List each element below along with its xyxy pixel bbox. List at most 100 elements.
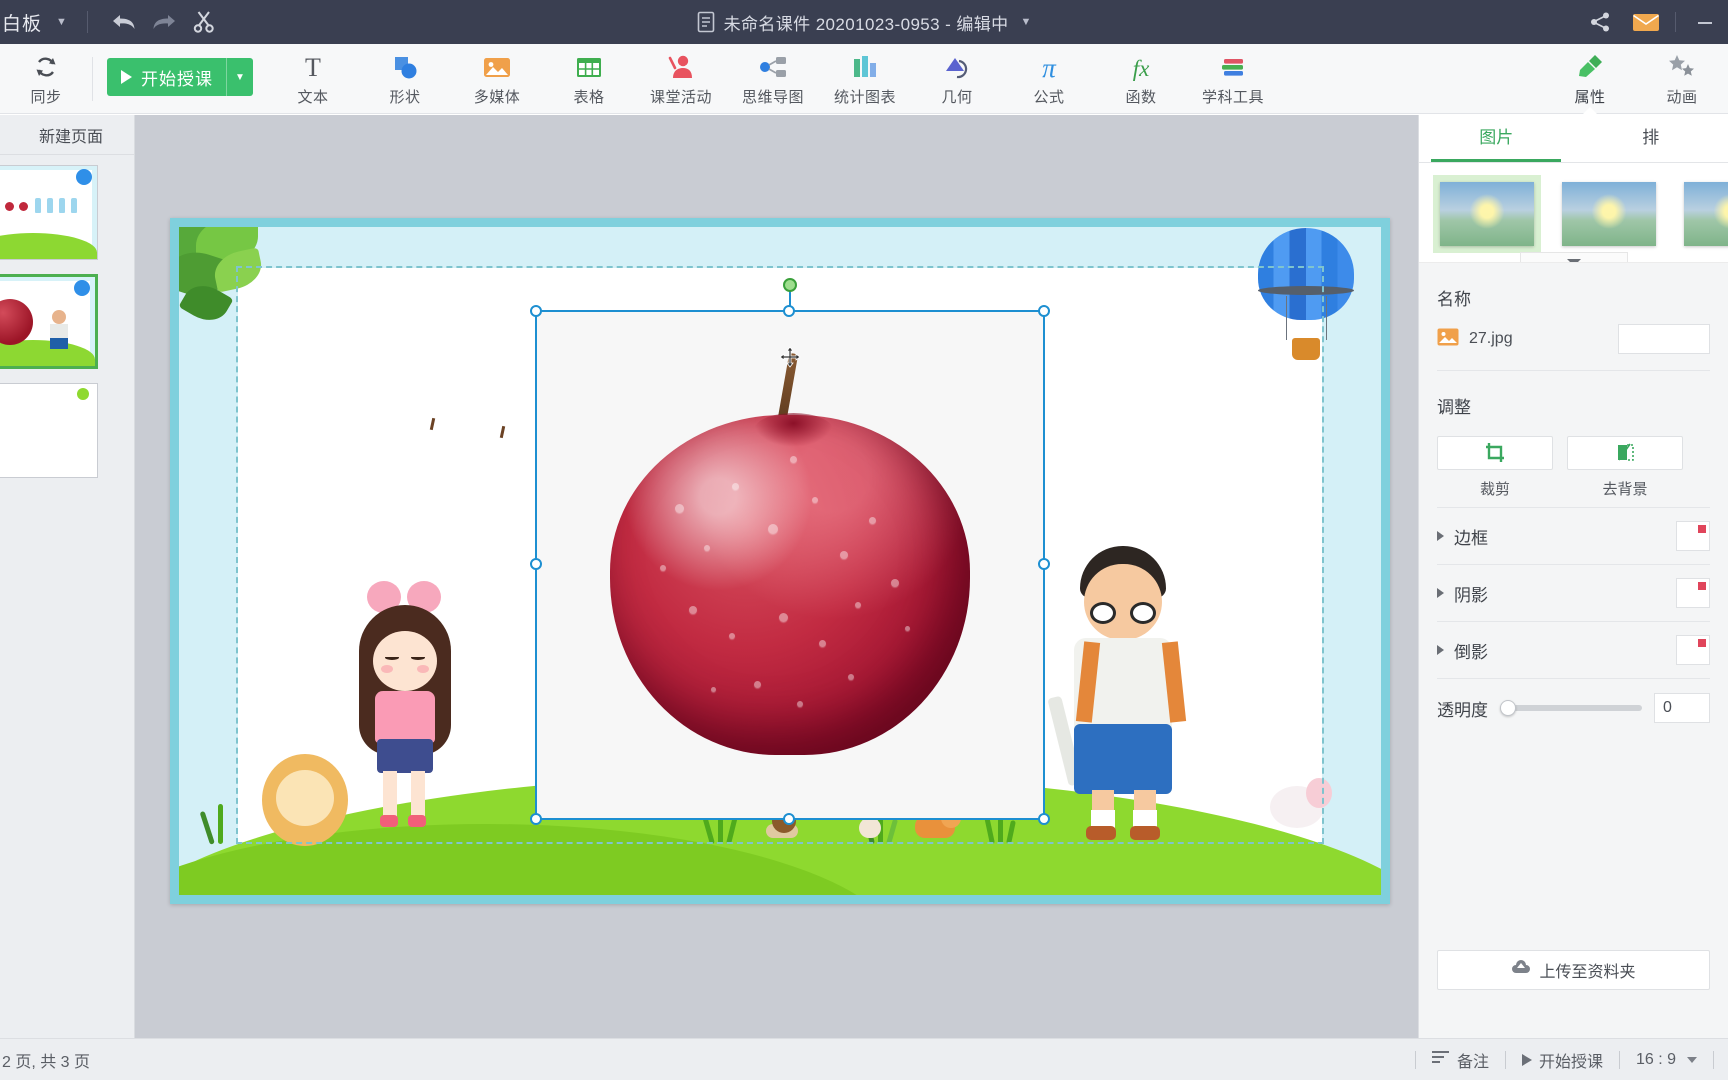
redo-icon[interactable] (144, 0, 184, 44)
slide-thumbnail-1[interactable] (0, 165, 98, 260)
crop-button[interactable] (1437, 436, 1553, 470)
thumb-canvas (0, 166, 97, 259)
document-title[interactable]: 未命名课件 20201023-0953 - 编辑中 (724, 10, 1009, 35)
preset-expand-chevron-down-icon[interactable] (1519, 252, 1628, 262)
status-start-teaching-button[interactable]: 开始授课 (1506, 1048, 1619, 1072)
start-teaching-label: 开始授课 (141, 69, 213, 89)
opacity-value-input[interactable]: 0 (1654, 693, 1710, 723)
toolbar-item-subject-tools[interactable]: 学科工具 (1187, 44, 1279, 114)
app-menu-label[interactable]: 白板 (0, 9, 42, 36)
shadow-color-swatch[interactable] (1676, 578, 1710, 608)
remove-background-icon (1618, 443, 1634, 461)
image-file-name: 27.jpg (1469, 330, 1513, 347)
chevron-right-icon (1437, 588, 1444, 598)
media-image-icon (482, 50, 512, 84)
notes-label: 备注 (1456, 1053, 1489, 1071)
cloud-upload-icon (1511, 960, 1531, 980)
scissors-icon[interactable] (184, 0, 224, 44)
toolbar-item-animation[interactable]: 动画 (1636, 44, 1728, 114)
classroom-activity-icon (666, 50, 696, 84)
toolbar-label-properties: 属性 (1574, 89, 1606, 106)
start-teaching-main[interactable]: 开始授课 (107, 58, 226, 96)
image-name-input[interactable] (1618, 324, 1710, 354)
toolbar-item-media[interactable]: 多媒体 (451, 44, 543, 114)
image-preset-2[interactable] (1555, 175, 1663, 253)
image-preset-1[interactable] (1433, 175, 1541, 253)
undo-icon[interactable] (104, 0, 144, 44)
toolbar-item-shapes[interactable]: 形状 (359, 44, 451, 114)
toolbar-label-sync: 同步 (30, 89, 62, 106)
document-title-chevron-down-icon[interactable]: ▼ (1021, 16, 1032, 28)
border-color-swatch[interactable] (1676, 521, 1710, 551)
apple-small-decoration (478, 425, 526, 482)
accordion-border[interactable]: 边框 (1419, 508, 1728, 564)
remove-background-button[interactable] (1567, 436, 1683, 470)
opacity-slider-knob[interactable] (1500, 700, 1516, 716)
opacity-control: 透明度 0 (1419, 679, 1728, 723)
start-teaching-button[interactable]: 开始授课 ▼ (107, 58, 253, 96)
aspect-ratio-selector[interactable]: 16 : 9 (1620, 1051, 1713, 1069)
document-icon (697, 11, 715, 33)
list-item[interactable] (0, 274, 103, 370)
app-menu-chevron-down-icon[interactable]: ▼ (56, 16, 67, 28)
share-icon[interactable] (1577, 0, 1623, 44)
title-bar-right-group (1577, 0, 1728, 44)
tab-arrange[interactable]: 排 (1574, 115, 1728, 162)
mindmap-icon (758, 50, 788, 84)
toolbar-label-media: 多媒体 (473, 89, 521, 106)
toolbar-item-mindmap[interactable]: 思维导图 (727, 44, 819, 114)
toolbar-item-text[interactable]: T 文本 (267, 44, 359, 114)
chevron-down-icon (1687, 1056, 1697, 1063)
properties-panel: 图片 排 名称 27.jpg 调整 裁剪 去背景 边框 阴影 倒影 透明度 0 … (1418, 115, 1728, 1038)
properties-tab-bar: 图片 排 (1419, 115, 1728, 163)
table-icon (574, 50, 604, 84)
mail-icon[interactable] (1623, 0, 1669, 44)
toolbar-item-chart[interactable]: 统计图表 (819, 44, 911, 114)
toolbar-item-classroom-activity[interactable]: 课堂活动 (635, 44, 727, 114)
toolbar-item-geometry[interactable]: 几何 (911, 44, 1003, 114)
status-bar-right-group: 备注 开始授课 16 : 9 (1414, 1048, 1714, 1072)
toolbar-item-function[interactable]: fx 函数 (1095, 44, 1187, 114)
new-page-button[interactable]: 新建页面 (0, 115, 134, 155)
tab-image[interactable]: 图片 (1419, 115, 1574, 162)
slide-thumbnail-list (0, 155, 134, 479)
start-teaching-chevron-down-icon[interactable]: ▼ (227, 58, 253, 96)
toolbar-label-function: 函数 (1125, 89, 1157, 106)
image-preset-strip[interactable] (1419, 163, 1728, 263)
slide-thumbnail-2[interactable] (0, 274, 98, 369)
minimize-icon[interactable] (1682, 0, 1728, 44)
thumb-balloon-icon (76, 169, 92, 185)
reflection-color-swatch[interactable] (1676, 635, 1710, 665)
thumb-decoration (77, 388, 89, 400)
adjust-buttons-row: 裁剪 去背景 (1437, 432, 1710, 507)
image-preset-3[interactable] (1677, 175, 1728, 253)
slide-thumbnail-3[interactable] (0, 383, 98, 478)
shapes-icon (390, 50, 420, 84)
list-item[interactable] (0, 383, 103, 479)
crop-button-group[interactable]: 裁剪 (1437, 436, 1553, 499)
app-root: 白板 ▼ 未命名课件 20201023-0953 - 编辑中 ▼ 同步 开始授课… (0, 0, 1728, 1080)
notes-button[interactable]: 备注 (1416, 1048, 1505, 1072)
upload-to-folder-label: 上传至资料夹 (1539, 964, 1636, 981)
toolbar-item-table[interactable]: 表格 (543, 44, 635, 114)
image-file-icon (1437, 328, 1459, 351)
toolbar-label-shapes: 形状 (389, 89, 421, 106)
accordion-reflection[interactable]: 倒影 (1419, 622, 1728, 678)
toolbar-item-sync[interactable]: 同步 (0, 44, 92, 114)
canvas-workspace[interactable] (135, 115, 1418, 1038)
notes-icon (1431, 1050, 1450, 1069)
opacity-slider[interactable] (1500, 700, 1642, 716)
sheep-decoration (1270, 778, 1332, 838)
remove-background-button-group[interactable]: 去背景 (1567, 436, 1683, 499)
toolbar-item-formula[interactable]: π 公式 (1003, 44, 1095, 114)
accordion-border-label: 边框 (1454, 528, 1488, 548)
upload-to-folder-button[interactable]: 上传至资料夹 (1437, 950, 1710, 990)
divider (1675, 12, 1676, 32)
apple-image-object[interactable] (535, 310, 1045, 820)
toolbar-item-properties[interactable]: 属性 (1544, 44, 1636, 115)
slide-canvas[interactable] (170, 218, 1390, 904)
list-item[interactable] (0, 165, 103, 261)
lion-decoration (262, 754, 348, 846)
accordion-shadow[interactable]: 阴影 (1419, 565, 1728, 621)
svg-text:fx: fx (1133, 56, 1150, 81)
